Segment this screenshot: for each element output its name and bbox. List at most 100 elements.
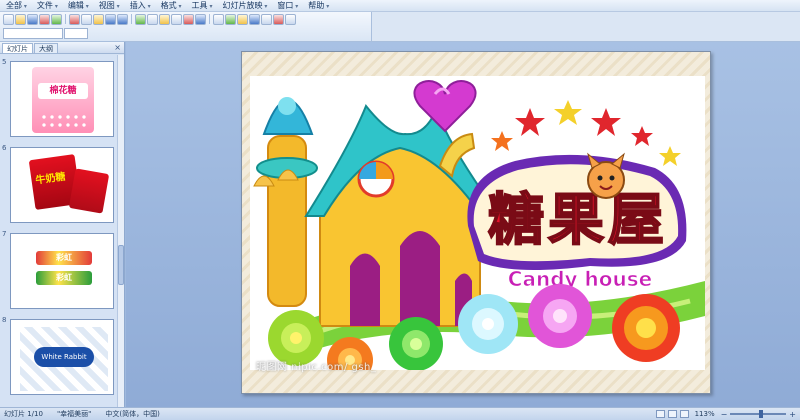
slide-thumbnail[interactable]: White Rabbit: [10, 319, 114, 395]
help-icon[interactable]: [285, 13, 296, 25]
marshmallow-bag: 棉花糖: [32, 67, 94, 133]
theme-name: "幸福美丽": [56, 410, 92, 418]
zoom-in-icon[interactable]: +: [789, 410, 796, 419]
rainbow-candy-red: 彩虹: [36, 251, 92, 265]
wrapper-label: 彩虹: [56, 253, 72, 262]
design-icon[interactable]: [237, 13, 248, 25]
milk-candy-bag-back: [68, 168, 110, 214]
menu-edit[interactable]: 编辑: [65, 0, 96, 11]
flower-icon: [389, 317, 443, 371]
table-icon[interactable]: [147, 13, 158, 25]
slide-title: 糖果屋: [488, 188, 668, 253]
slide-canvas: 糖果屋 Candy house 昵图网 nipic.com/ gsh_: [250, 76, 705, 383]
undo-icon[interactable]: [105, 13, 116, 25]
slide-sorter-icon[interactable]: [667, 410, 677, 418]
new-file-icon[interactable]: [3, 13, 14, 25]
chart-icon[interactable]: [135, 13, 146, 25]
star-icon: [659, 146, 681, 166]
star-icon: [515, 108, 545, 136]
color-scheme-icon[interactable]: [249, 13, 260, 25]
toolbar-row-standard: [0, 12, 371, 26]
slide-counter: 幻灯片 1/10: [4, 410, 43, 418]
slide-thumbnail[interactable]: 棉花糖: [10, 61, 114, 137]
print-icon[interactable]: [39, 13, 50, 25]
thumbnail-number: 5: [2, 58, 7, 66]
wrapper-label: 彩虹: [56, 273, 72, 282]
thumbnail-number: 6: [2, 144, 7, 152]
animation-icon[interactable]: [261, 13, 272, 25]
panel-tabs: 幻灯片 大纲 ×: [0, 42, 124, 54]
tab-outline[interactable]: 大纲: [34, 43, 58, 53]
house-door: [350, 253, 380, 326]
transition-icon[interactable]: [273, 13, 284, 25]
thumbnail-list: 5 棉花糖 6 牛奶糖 7 彩虹 彩虹 8 White Rabbit: [0, 55, 118, 407]
thumbnail-number: 7: [2, 230, 7, 238]
star-icon: [491, 131, 513, 151]
tab-slides[interactable]: 幻灯片: [2, 43, 33, 53]
close-icon[interactable]: ×: [114, 43, 121, 52]
menu-view[interactable]: 视图: [96, 0, 127, 11]
redo-icon[interactable]: [117, 13, 128, 25]
menu-format[interactable]: 格式: [158, 0, 189, 11]
star-icon: [591, 108, 621, 136]
view-controls: 113% − +: [655, 408, 796, 420]
copy-icon[interactable]: [81, 13, 92, 25]
save-icon[interactable]: [27, 13, 38, 25]
slide-thumbnail[interactable]: 彩虹 彩虹: [10, 233, 114, 309]
toolbar: [0, 12, 372, 42]
candy-bag-image: 彩虹 彩虹: [14, 237, 110, 305]
layout-icon[interactable]: [225, 13, 236, 25]
slide-subtitle: Candy house: [508, 267, 652, 291]
star-icon: [554, 100, 582, 125]
thumbnail-number: 8: [2, 316, 7, 324]
textbox-icon[interactable]: [171, 13, 182, 25]
font-size-combo[interactable]: [64, 27, 88, 39]
candy-pattern: [40, 113, 86, 127]
new-slide-icon[interactable]: [213, 13, 224, 25]
slideshow-icon[interactable]: [679, 410, 689, 418]
image-icon[interactable]: [159, 13, 170, 25]
preview-icon[interactable]: [51, 13, 62, 25]
zoom-slider[interactable]: [730, 410, 787, 418]
zoom-level[interactable]: 113%: [695, 410, 715, 418]
scrollbar-thumb[interactable]: [118, 245, 124, 285]
candy-bag-image: 棉花糖: [14, 65, 110, 133]
toolbar-separator: [65, 14, 66, 24]
menu-window[interactable]: 窗口: [274, 0, 305, 11]
panel-scrollbar[interactable]: [117, 55, 124, 407]
zoom-out-icon[interactable]: −: [721, 410, 728, 419]
current-slide[interactable]: 糖果屋 Candy house 昵图网 nipic.com/ gsh_: [241, 51, 711, 394]
status-bar: 幻灯片 1/10 "幸福美丽" 中文(简体，中国) 113% − +: [0, 407, 800, 420]
menu-file[interactable]: 文件: [34, 0, 65, 11]
white-rabbit-candies: White Rabbit: [20, 327, 108, 391]
star-icon: [631, 126, 653, 146]
rainbow-candy-green: 彩虹: [36, 271, 92, 285]
font-name-combo[interactable]: [3, 27, 63, 39]
bag-label-text: 棉花糖: [49, 86, 77, 96]
tower-dome-highlight: [278, 97, 296, 115]
menu-tools[interactable]: 工具: [189, 0, 220, 11]
menu-insert[interactable]: 插入: [127, 0, 158, 11]
menu-help[interactable]: 帮助: [305, 0, 336, 11]
slide-workspace: 糖果屋 Candy house 昵图网 nipic.com/ gsh_: [126, 42, 800, 407]
menu-all[interactable]: 全部: [3, 0, 34, 11]
zoom-slider-knob[interactable]: [758, 410, 763, 418]
link-icon[interactable]: [195, 13, 206, 25]
language-indicator: 中文(简体，中国): [105, 410, 160, 418]
toolbar-separator: [131, 14, 132, 24]
house-window: [400, 231, 440, 326]
slide-thumbnail[interactable]: 牛奶糖: [10, 147, 114, 223]
paste-icon[interactable]: [93, 13, 104, 25]
candy-house-artwork: 糖果屋 Candy house: [253, 80, 705, 383]
toolbar-empty-area: [372, 12, 800, 42]
open-folder-icon[interactable]: [15, 13, 26, 25]
shape-icon[interactable]: [183, 13, 194, 25]
toolbar-row-format: [0, 26, 371, 40]
flower-icon: [458, 294, 518, 354]
white-rabbit-label: White Rabbit: [34, 347, 94, 367]
menu-slideshow[interactable]: 幻灯片放映: [219, 0, 274, 11]
flower-icon: [612, 294, 680, 362]
cat-eye: [597, 175, 603, 181]
cut-icon[interactable]: [69, 13, 80, 25]
normal-view-icon[interactable]: [655, 410, 665, 418]
